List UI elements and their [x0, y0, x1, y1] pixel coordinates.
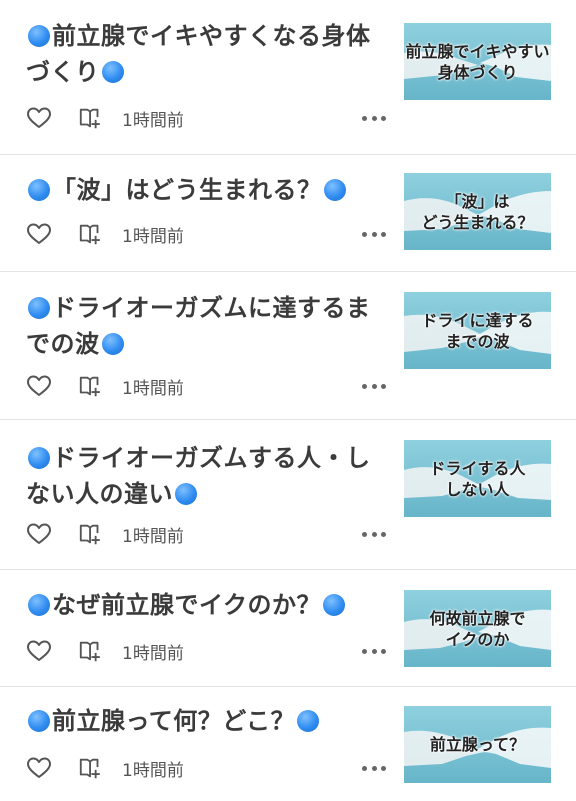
thumbnail-caption: 前立腺でイキやすい 身体づくり [405, 41, 550, 82]
article-title[interactable]: 前立腺って何？どこ？ [26, 703, 386, 739]
post-time: 1時間前 [122, 378, 184, 399]
article-thumbnail[interactable]: 前立腺って？ [404, 706, 551, 783]
article-card[interactable]: ドライオーガズムする人・しない人の違い 1時間前 ドライする人 しない人 [0, 420, 576, 570]
blue-dot-icon [28, 297, 50, 319]
article-title-text: 前立腺って何？どこ？ [52, 707, 296, 735]
article-meta: 1時間前 [26, 220, 184, 248]
blue-dot-icon [323, 179, 346, 201]
heart-outline-icon[interactable] [26, 638, 52, 664]
blue-dot-icon [28, 179, 50, 201]
thumbnail-caption: 「波」は どう生まれる？ [421, 191, 534, 232]
heart-outline-icon[interactable] [26, 521, 52, 547]
article-feed: 前立腺でイキやすくなる身体づくり 1時間前 前立腺でイキやすい 身体づくり 「波… [0, 0, 576, 801]
article-thumbnail[interactable]: 前立腺でイキやすい 身体づくり [404, 23, 551, 100]
article-meta: 1時間前 [26, 754, 184, 782]
article-title[interactable]: ドライオーガズムする人・しない人の違い [26, 440, 386, 512]
article-card[interactable]: ドライオーガズムに達するまでの波 1時間前 ドライに達する までの波 [0, 272, 576, 420]
thumbnail-caption: ドライに達する までの波 [421, 310, 534, 351]
article-meta: 1時間前 [26, 520, 184, 548]
article-thumbnail[interactable]: ドライする人 しない人 [404, 440, 551, 517]
article-meta: 1時間前 [26, 637, 184, 665]
more-dots-icon[interactable] [362, 108, 386, 128]
add-to-magazine-icon[interactable] [78, 638, 104, 664]
article-thumbnail[interactable]: 「波」は どう生まれる？ [404, 173, 551, 250]
article-title[interactable]: ドライオーガズムに達するまでの波 [26, 290, 386, 362]
blue-dot-icon [101, 61, 124, 83]
thumbnail-caption: 何故前立腺で イクのか [429, 608, 526, 649]
blue-dot-icon [297, 710, 320, 732]
post-time: 1時間前 [122, 760, 184, 781]
article-title[interactable]: 前立腺でイキやすくなる身体づくり [26, 18, 386, 90]
article-title-text: ドライオーガズムに達するまでの波 [26, 294, 371, 358]
more-dots-icon[interactable] [362, 376, 386, 396]
article-thumbnail[interactable]: 何故前立腺で イクのか [404, 590, 551, 667]
article-meta: 1時間前 [26, 104, 184, 132]
article-title-text: 前立腺でイキやすくなる身体づくり [26, 22, 371, 86]
article-card[interactable]: 「波」はどう生まれる？ 1時間前 「波」は どう生まれる？ [0, 155, 576, 272]
article-thumbnail[interactable]: ドライに達する までの波 [404, 292, 551, 369]
post-time: 1時間前 [122, 643, 184, 664]
article-title-text: 「波」はどう生まれる？ [52, 176, 322, 204]
add-to-magazine-icon[interactable] [78, 755, 104, 781]
more-dots-icon[interactable] [362, 641, 386, 661]
heart-outline-icon[interactable] [26, 755, 52, 781]
blue-dot-icon [101, 333, 124, 355]
more-dots-icon[interactable] [362, 758, 386, 778]
add-to-magazine-icon[interactable] [78, 221, 104, 247]
blue-dot-icon [175, 483, 197, 505]
add-to-magazine-icon[interactable] [78, 105, 104, 131]
thumbnail-caption: 前立腺って？ [429, 735, 526, 754]
article-title-text: なぜ前立腺でイクのか？ [52, 591, 322, 619]
heart-outline-icon[interactable] [26, 373, 52, 399]
blue-dot-icon [28, 594, 50, 616]
article-card[interactable]: 前立腺って何？どこ？ 1時間前 前立腺って？ [0, 687, 576, 801]
blue-dot-icon [28, 710, 50, 732]
article-card[interactable]: 前立腺でイキやすくなる身体づくり 1時間前 前立腺でイキやすい 身体づくり [0, 0, 576, 155]
blue-dot-icon [28, 25, 50, 47]
thumbnail-caption: ドライする人 しない人 [429, 458, 526, 499]
article-meta: 1時間前 [26, 372, 184, 400]
article-title[interactable]: なぜ前立腺でイクのか？ [26, 587, 386, 623]
blue-dot-icon [323, 594, 346, 616]
post-time: 1時間前 [122, 226, 184, 247]
add-to-magazine-icon[interactable] [78, 521, 104, 547]
more-dots-icon[interactable] [362, 224, 386, 244]
article-card[interactable]: なぜ前立腺でイクのか？ 1時間前 何故前立腺で イクのか [0, 570, 576, 687]
post-time: 1時間前 [122, 526, 184, 547]
blue-dot-icon [28, 447, 50, 469]
article-title-text: ドライオーガズムする人・しない人の違い [26, 444, 371, 508]
heart-outline-icon[interactable] [26, 221, 52, 247]
more-dots-icon[interactable] [362, 524, 386, 544]
post-time: 1時間前 [122, 110, 184, 131]
heart-outline-icon[interactable] [26, 105, 52, 131]
add-to-magazine-icon[interactable] [78, 373, 104, 399]
article-title[interactable]: 「波」はどう生まれる？ [26, 172, 386, 208]
